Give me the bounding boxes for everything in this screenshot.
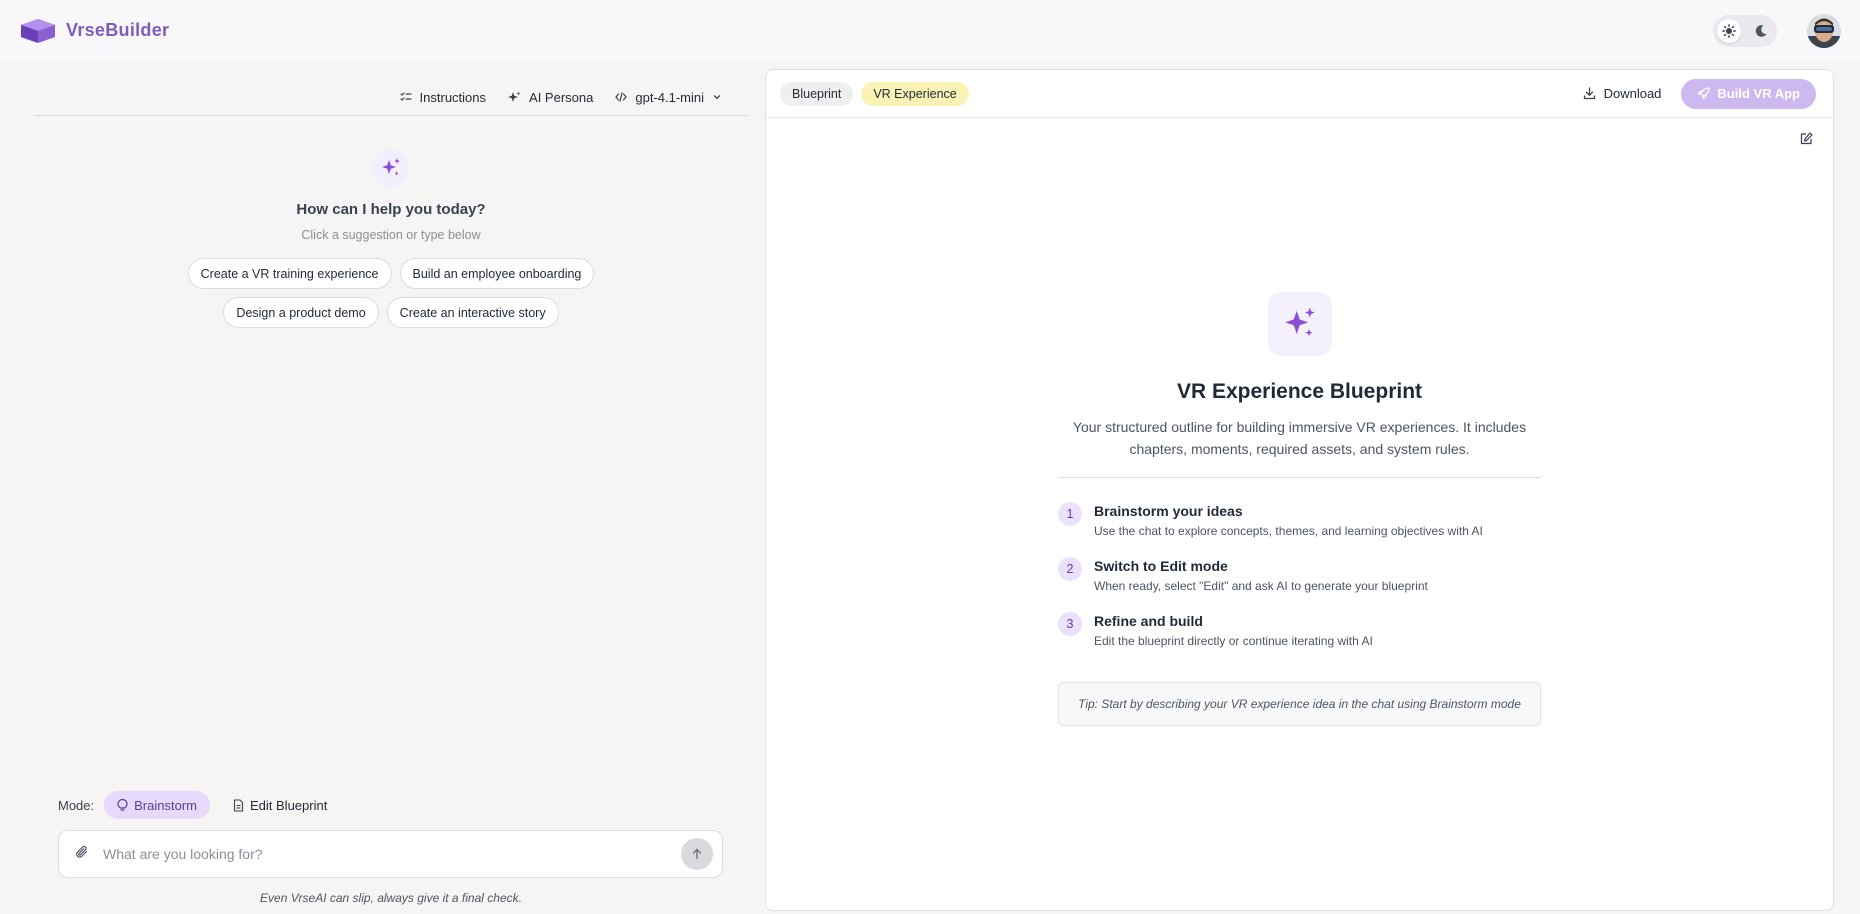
sparkles-icon — [372, 149, 410, 187]
edit-icon[interactable] — [1800, 132, 1813, 150]
suggestion-chip[interactable]: Create an interactive story — [386, 297, 559, 328]
download-icon — [1583, 87, 1595, 100]
welcome-title: How can I help you today? — [296, 201, 486, 218]
step-item: 1 Brainstorm your ideas Use the chat to … — [1058, 502, 1541, 538]
ai-persona-label: AI Persona — [529, 89, 594, 105]
theme-toggle[interactable] — [1713, 14, 1777, 47]
blueprint-title: VR Experience Blueprint — [1176, 380, 1423, 403]
sparkles-icon — [1267, 292, 1332, 356]
sparkle-icon — [508, 91, 521, 102]
blueprint-panel: Blueprint VR Experience Download Build V… — [765, 69, 1834, 911]
mode-label: Mode: — [58, 797, 95, 813]
mode-switcher: Mode: Brainstorm Edit Blueprint — [58, 791, 340, 819]
blueprint-description: Your structured outline for building imm… — [1072, 419, 1527, 457]
ai-persona-button[interactable]: AI Persona — [508, 90, 593, 105]
blueprint-header: Blueprint VR Experience Download Build V… — [766, 70, 1833, 118]
blueprint-empty-state: VR Experience Blueprint Your structured … — [1058, 292, 1541, 726]
edit-blueprint-label: Edit Blueprint — [250, 797, 328, 813]
arrow-up-icon — [692, 848, 702, 860]
moon-icon[interactable] — [1749, 19, 1773, 43]
suggestion-chip[interactable]: Build an employee onboarding — [399, 258, 595, 289]
edit-blueprint-mode-button[interactable]: Edit Blueprint — [220, 791, 340, 819]
step-item: 3 Refine and build Edit the blueprint di… — [1058, 612, 1541, 648]
model-label: gpt-4.1-mini — [635, 89, 704, 105]
brand[interactable]: VrseBuilder — [19, 17, 169, 45]
instructions-button[interactable]: Instructions — [399, 89, 487, 105]
document-icon — [233, 798, 244, 812]
chat-input[interactable] — [103, 846, 681, 862]
chat-toolbar: Instructions AI Persona gpt-4.1-mini — [34, 81, 748, 116]
rocket-icon — [1698, 87, 1711, 100]
tab-blueprint[interactable]: Blueprint — [780, 81, 854, 106]
blueprint-tabs: Blueprint VR Experience — [780, 81, 969, 106]
build-vr-app-label: Build VR App — [1717, 86, 1800, 101]
step-item: 2 Switch to Edit mode When ready, select… — [1058, 557, 1541, 593]
vrse-logo-icon — [21, 18, 55, 43]
step-title: Brainstorm your ideas — [1094, 503, 1243, 519]
download-button[interactable]: Download — [1583, 86, 1662, 101]
step-description: Use the chat to explore concepts, themes… — [1094, 524, 1483, 538]
step-number: 1 — [1058, 502, 1082, 526]
brainstorm-label: Brainstorm — [134, 797, 197, 813]
paperclip-icon[interactable] — [75, 845, 89, 864]
step-title: Refine and build — [1094, 613, 1203, 629]
suggestion-chip[interactable]: Create a VR training experience — [187, 258, 392, 289]
step-description: Edit the blueprint directly or continue … — [1094, 634, 1373, 648]
tab-vr-experience[interactable]: VR Experience — [861, 81, 969, 106]
lightbulb-icon — [117, 798, 128, 811]
build-vr-app-button[interactable]: Build VR App — [1681, 78, 1816, 109]
disclaimer: Even VrseAI can slip, always give it a f… — [260, 891, 522, 905]
sun-icon[interactable] — [1717, 18, 1741, 43]
welcome-section: How can I help you today? Click a sugges… — [34, 149, 748, 328]
suggestion-chips: Create a VR training experience Build an… — [111, 258, 671, 328]
welcome-subtitle: Click a suggestion or type below — [301, 228, 481, 242]
step-number: 2 — [1058, 557, 1082, 581]
instructions-label: Instructions — [419, 89, 487, 105]
send-button[interactable] — [681, 838, 713, 870]
tip-box: Tip: Start by describing your VR experie… — [1058, 682, 1541, 726]
brand-name: VrseBuilder — [66, 20, 170, 40]
chevron-down-icon — [713, 95, 721, 100]
download-label: Download — [1603, 86, 1662, 101]
suggestion-chip[interactable]: Design a product demo — [223, 297, 379, 328]
steps-list: 1 Brainstorm your ideas Use the chat to … — [1058, 502, 1541, 648]
step-number: 3 — [1058, 612, 1082, 636]
brainstorm-mode-button[interactable]: Brainstorm — [104, 791, 210, 819]
avatar[interactable] — [1807, 13, 1841, 48]
chat-panel: Instructions AI Persona gpt-4.1-mini How… — [0, 61, 765, 914]
top-bar: VrseBuilder — [0, 0, 1860, 61]
step-description: When ready, select "Edit" and ask AI to … — [1094, 579, 1428, 593]
model-select[interactable]: gpt-4.1-mini — [615, 90, 722, 105]
divider — [1058, 477, 1541, 478]
code-icon — [615, 92, 628, 102]
checklist-icon — [399, 92, 412, 101]
step-title: Switch to Edit mode — [1094, 558, 1228, 574]
chat-input-box — [58, 830, 723, 878]
